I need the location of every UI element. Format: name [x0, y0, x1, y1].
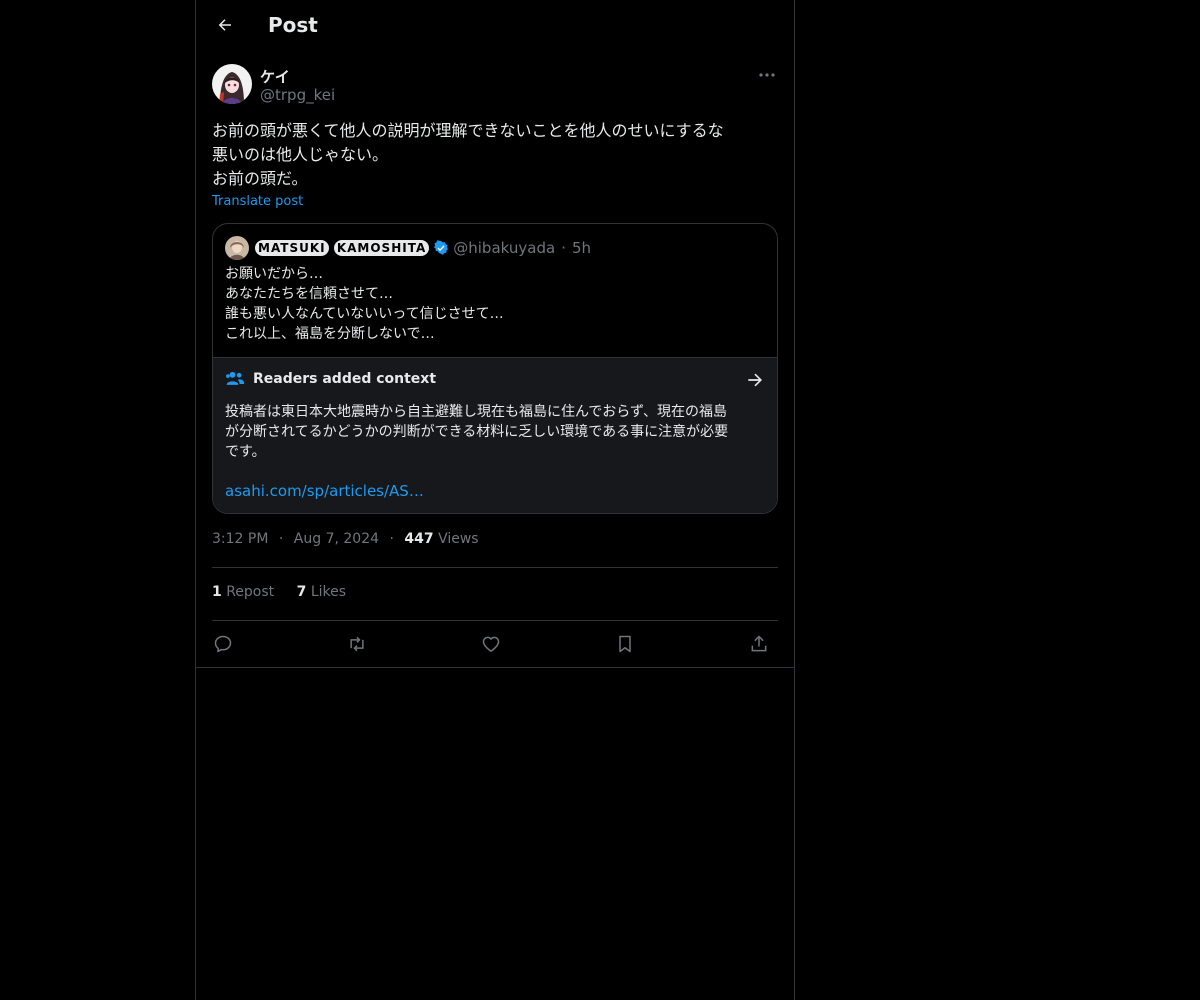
quote-text-line: 誰も悪い人なんていないいって信じさせて…: [225, 306, 504, 322]
quote-author-name-part: KAMOSHITA: [333, 240, 430, 256]
divider: [212, 567, 778, 568]
post-stats: 1 Repost 7 Likes: [212, 584, 364, 600]
context-text: 投稿者は東日本大地震時から自主避難し現在も福島に住んでおらず、現在の福島 が分断…: [225, 402, 767, 462]
quote-avatar: [225, 236, 249, 260]
likes-count: 7: [296, 584, 307, 600]
context-source-link[interactable]: asahi.com/sp/articles/AS…: [225, 482, 424, 500]
page-title: Post: [268, 13, 318, 37]
author-name[interactable]: ケイ: [260, 66, 290, 87]
meta-separator: ·: [389, 531, 394, 547]
views-count: 447: [404, 531, 434, 547]
reply-icon: [214, 635, 232, 653]
meta-separator: ·: [278, 531, 284, 547]
more-button[interactable]: [756, 64, 778, 86]
quote-author-name-part: MATSUKI: [255, 240, 329, 256]
quote-text: お願いだから… あなたたちを信頼させて… 誰も悪い人なんていないいって信じさせて…: [225, 264, 504, 344]
context-header: Readers added context: [225, 370, 436, 388]
reposts-stat[interactable]: 1 Repost: [212, 584, 274, 600]
views-label: Views: [438, 531, 479, 547]
share-button[interactable]: [746, 631, 772, 657]
quote-timestamp: 5h: [571, 239, 591, 257]
post-time[interactable]: 3:12 PM: [212, 531, 268, 547]
quote-author-handle: @hibakuyada: [453, 239, 556, 257]
post-text-line: 悪いのは他人じゃない。: [212, 145, 389, 164]
divider: [212, 620, 778, 621]
post-author: ケイ @trpg_kei: [212, 64, 778, 108]
arrow-left-icon: [218, 19, 231, 31]
bookmark-button[interactable]: [612, 631, 638, 657]
readers-added-context[interactable]: Readers added context 投稿者は東日本大地震時から自主避難し…: [213, 357, 777, 513]
reply-button[interactable]: [210, 631, 236, 657]
quote-text-line: あなたたちを信頼させて…: [225, 286, 393, 302]
like-button[interactable]: [478, 631, 504, 657]
likes-label: Likes: [310, 584, 347, 600]
post-meta: 3:12 PM · Aug 7, 2024 · 447 Views: [212, 531, 479, 547]
post-text-line: お前の頭だ。: [212, 169, 308, 188]
quote-text-line: お願いだから…: [225, 266, 323, 282]
post-column: Post ケイ @trpg_kei お前の頭が悪くて他人の説明が理解できないこと…: [195, 0, 795, 1000]
quote-separator: ·: [561, 239, 566, 257]
context-text-line: 投稿者は東日本大地震時から自主避難し現在も福島に住んでおらず、現在の福島: [225, 404, 728, 420]
quote-text-line: これ以上、福島を分断しないで…: [225, 326, 435, 342]
context-text-line: です。: [225, 444, 266, 460]
context-title: Readers added context: [253, 371, 437, 387]
arrow-right-icon[interactable]: [745, 370, 765, 390]
people-icon: [226, 371, 245, 385]
more-horizontal-icon: [759, 73, 775, 77]
post-text: お前の頭が悪くて他人の説明が理解できないことを他人のせいにするな 悪いのは他人じ…: [212, 119, 778, 191]
back-button[interactable]: [208, 8, 242, 42]
quote-header: MATSUKI KAMOSHITA @hibakuyada · 5h: [225, 236, 591, 260]
author-handle[interactable]: @trpg_kei: [260, 86, 335, 104]
action-bar: [212, 631, 778, 657]
repost-icon: [350, 636, 364, 652]
post-text-line: お前の頭が悪くて他人の説明が理解できないことを他人のせいにするな: [212, 121, 724, 140]
avatar[interactable]: [212, 64, 252, 104]
bookmark-icon: [619, 635, 631, 653]
divider: [196, 667, 794, 668]
translate-post-link[interactable]: Translate post: [212, 194, 303, 209]
likes-stat[interactable]: 7 Likes: [297, 584, 346, 600]
quote-author-name: MATSUKI KAMOSHITA: [255, 240, 430, 256]
top-bar: Post: [196, 0, 794, 53]
share-icon: [751, 635, 767, 652]
reposts-count: 1: [212, 584, 222, 600]
repost-button[interactable]: [344, 631, 370, 657]
heart-icon: [482, 636, 500, 652]
verified-badge-icon: [434, 240, 449, 255]
context-text-line: が分断されてるかどうかの判断ができる材料に乏しい環境である事に注意が必要: [225, 424, 729, 440]
quoted-post[interactable]: MATSUKI KAMOSHITA @hibakuyada · 5h お願いだか…: [212, 223, 778, 514]
reposts-label: Repost: [226, 584, 275, 600]
post-date[interactable]: Aug 7, 2024: [294, 531, 379, 547]
